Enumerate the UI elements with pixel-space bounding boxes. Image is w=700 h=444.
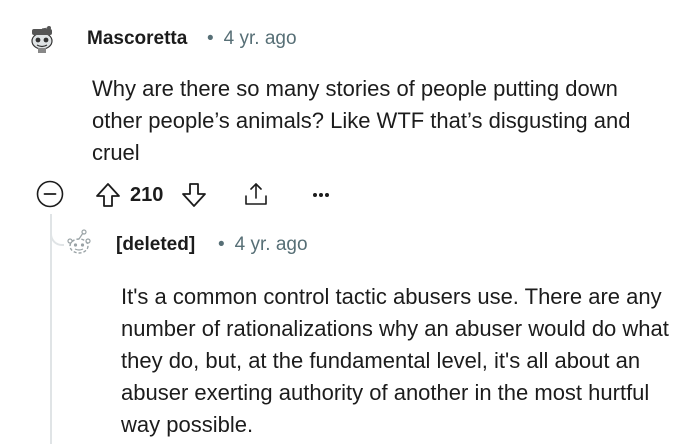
thread-line[interactable] bbox=[50, 214, 52, 444]
comment-body: Why are there so many stories of people … bbox=[92, 76, 631, 165]
meta-separator: • bbox=[207, 28, 214, 49]
thread-connector bbox=[50, 222, 64, 246]
meta-separator: • bbox=[218, 234, 225, 255]
more-options-icon[interactable] bbox=[307, 181, 335, 205]
deleted-avatar-icon bbox=[64, 228, 94, 258]
comment-timestamp[interactable]: 4 yr. ago bbox=[224, 28, 297, 49]
comment-meta: • 4 yr. ago bbox=[207, 27, 297, 51]
reply-meta: • 4 yr. ago bbox=[218, 233, 308, 257]
downvote-icon[interactable] bbox=[181, 182, 207, 208]
vote-score: 210 bbox=[130, 184, 164, 206]
reply-author: [deleted] bbox=[116, 234, 196, 255]
share-icon[interactable] bbox=[242, 180, 270, 208]
collapse-icon[interactable] bbox=[36, 180, 64, 208]
avatar-icon[interactable] bbox=[27, 24, 57, 54]
reply-timestamp[interactable]: 4 yr. ago bbox=[235, 234, 308, 255]
reply-body: It's a common control tactic abusers use… bbox=[121, 284, 669, 437]
upvote-icon[interactable] bbox=[95, 182, 121, 208]
comment-author[interactable]: Mascoretta bbox=[87, 27, 187, 51]
